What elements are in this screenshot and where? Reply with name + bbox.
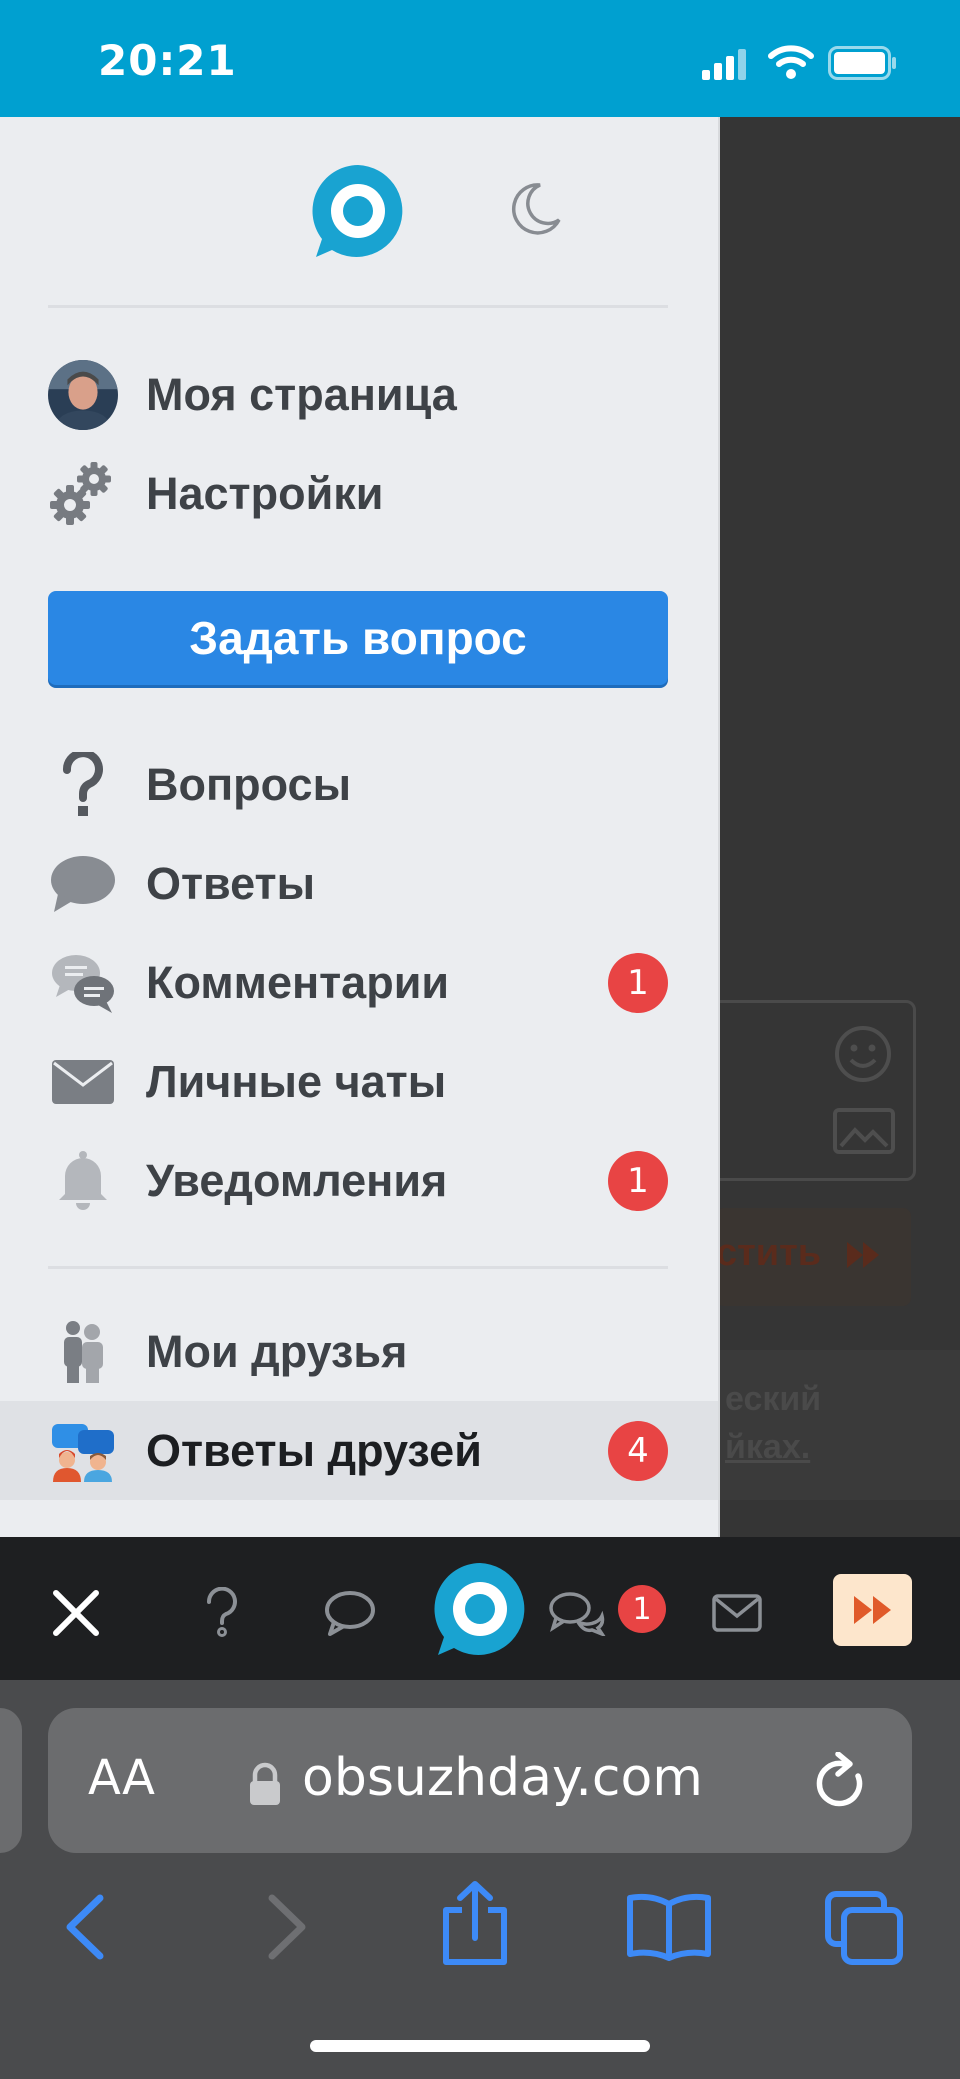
menu-item-my-page[interactable]: Моя страница — [0, 345, 718, 444]
toolbar-comments-badge: 1 — [618, 1585, 666, 1633]
toolbar-questions-button[interactable] — [190, 1577, 254, 1649]
book-icon — [627, 1893, 711, 1961]
menu-item-label: Комментарии — [146, 956, 450, 1008]
menu-item-my-friends[interactable]: Мои друзья — [0, 1302, 718, 1401]
avatar — [48, 359, 118, 430]
menu-item-label: Моя страница — [146, 368, 457, 420]
page-overlay[interactable] — [720, 117, 960, 1537]
previous-tab-preview[interactable] — [0, 1708, 22, 1853]
app-bottom-toolbar: 1 — [0, 1537, 960, 1680]
toolbar-messages-button[interactable] — [705, 1577, 769, 1649]
behind-text-line-1: еский — [725, 1380, 822, 1418]
friends-icon — [48, 1317, 118, 1387]
chevron-left-icon — [66, 1894, 104, 1960]
status-bar: 20:21 — [0, 0, 960, 117]
fast-forward-icon — [853, 1596, 891, 1624]
friends-answers-icon — [48, 1416, 118, 1486]
lock-icon — [248, 1762, 282, 1811]
gears-icon — [48, 459, 118, 529]
tabs-button[interactable] — [824, 1890, 904, 1971]
menu-item-label: Вопросы — [146, 758, 352, 810]
close-drawer-button[interactable] — [40, 1577, 112, 1649]
reader-settings-label: AA — [88, 1750, 156, 1806]
reader-settings-button[interactable]: AA — [88, 1750, 155, 1806]
chevron-right-icon — [268, 1894, 306, 1960]
comments-icon — [48, 948, 118, 1018]
menu-item-label: Уведомления — [146, 1154, 448, 1206]
cellular-signal-icon — [700, 48, 748, 85]
menu-item-label: Настройки — [146, 467, 384, 519]
toolbar-answers-button[interactable] — [318, 1577, 382, 1649]
battery-icon — [828, 46, 898, 85]
image-icon — [833, 1108, 895, 1159]
toolbar-feed-button[interactable] — [833, 1574, 912, 1646]
home-indicator — [310, 2040, 650, 2052]
question-icon — [48, 750, 118, 820]
menu-item-label: Мои друзья — [146, 1325, 408, 1377]
menu-item-friends-answers[interactable]: Ответы друзей 4 — [0, 1401, 718, 1500]
menu-item-answers[interactable]: Ответы — [0, 834, 718, 933]
friends-answers-count-badge: 4 — [608, 1420, 668, 1481]
drawer-divider-bottom — [48, 1266, 668, 1269]
site-logo-icon — [434, 1563, 525, 1655]
menu-item-notifications[interactable]: Уведомления 1 — [0, 1131, 718, 1230]
speech-bubble-icon — [48, 849, 118, 919]
speech-bubble-outline-icon — [325, 1591, 375, 1636]
bell-icon — [48, 1146, 118, 1216]
menu-item-comments[interactable]: Комментарии 1 — [0, 933, 718, 1032]
fast-forward-icon-dimmed — [845, 1240, 883, 1275]
menu-item-label: Ответы — [146, 857, 316, 909]
smiley-icon — [833, 1024, 893, 1089]
info-panel-dimmed — [720, 1350, 960, 1500]
forward-button[interactable] — [262, 1892, 312, 1967]
tabs-icon — [825, 1891, 903, 1965]
notifications-count-badge: 1 — [608, 1150, 668, 1211]
ask-question-button[interactable]: Задать вопрос — [48, 591, 668, 685]
comments-outline-icon — [549, 1592, 606, 1636]
question-outline-icon — [206, 1587, 237, 1637]
share-icon — [443, 1881, 507, 1965]
post-button-label: стить — [716, 1232, 822, 1274]
share-button[interactable] — [440, 1880, 510, 1971]
toolbar-home-logo[interactable] — [430, 1560, 530, 1660]
wifi-icon — [768, 44, 814, 85]
menu-item-settings[interactable]: Настройки — [0, 444, 718, 543]
menu-item-questions[interactable]: Вопросы — [0, 735, 718, 834]
status-time: 20:21 — [98, 36, 237, 85]
menu-item-label: Ответы друзей — [146, 1424, 482, 1476]
moon-icon[interactable] — [510, 182, 562, 241]
envelope-icon — [48, 1047, 118, 1117]
menu-item-private-chats[interactable]: Личные чаты — [0, 1032, 718, 1131]
url-text: obsuzhday.com — [302, 1748, 703, 1808]
drawer-divider-top — [48, 305, 668, 308]
reload-icon[interactable] — [812, 1751, 870, 1817]
toolbar-comments-button[interactable] — [545, 1577, 609, 1649]
back-button[interactable] — [60, 1892, 110, 1967]
site-logo-icon[interactable] — [310, 163, 406, 266]
close-icon — [53, 1590, 99, 1636]
menu-item-label: Личные чаты — [146, 1055, 447, 1107]
comments-count-badge: 1 — [608, 952, 668, 1013]
drawer-edge — [718, 117, 720, 1537]
behind-text-line-2: йках. — [725, 1428, 811, 1466]
bookmarks-button[interactable] — [626, 1892, 712, 1967]
envelope-outline-icon — [712, 1594, 762, 1632]
